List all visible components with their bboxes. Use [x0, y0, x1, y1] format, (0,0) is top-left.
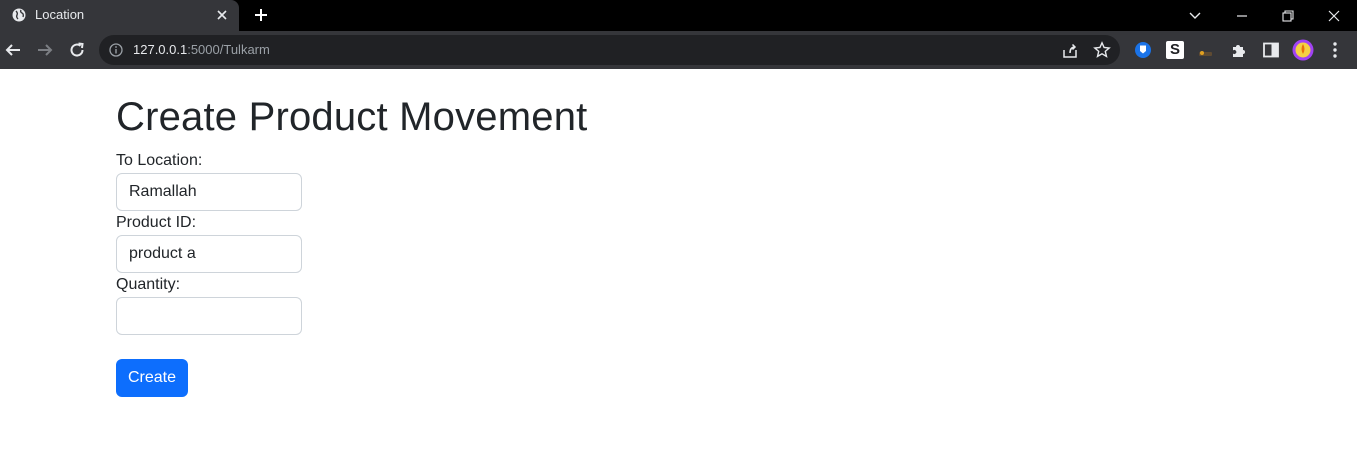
to-location-input[interactable] — [116, 173, 302, 211]
globe-icon — [12, 8, 26, 22]
tab-strip: Location — [0, 0, 1357, 31]
create-button[interactable]: Create — [116, 359, 188, 397]
close-tab-icon[interactable] — [215, 8, 229, 22]
product-id-input[interactable] — [116, 235, 302, 273]
close-window-button[interactable] — [1311, 0, 1357, 31]
puzzle-icon[interactable] — [1229, 40, 1249, 60]
browser-toolbar: 127.0.0.1:5000/Tulkarm S — [0, 31, 1357, 69]
chevron-down-icon — [1189, 12, 1201, 19]
page-content: Create Product Movement To Location: Pro… — [0, 69, 1357, 450]
tab-search-button[interactable] — [1172, 0, 1218, 31]
product-id-label: Product ID: — [116, 214, 197, 231]
avatar[interactable] — [1292, 39, 1314, 61]
to-location-label: To Location: — [116, 152, 203, 169]
url-host: 127.0.0.1 — [133, 42, 188, 57]
s-extension-icon[interactable]: S — [1166, 41, 1184, 59]
share-icon[interactable] — [1061, 42, 1079, 60]
bookmark-star-icon[interactable] — [1093, 41, 1111, 59]
quantity-input[interactable] — [116, 297, 302, 335]
restore-icon — [1282, 9, 1294, 22]
restore-button[interactable] — [1265, 0, 1311, 31]
reload-icon[interactable] — [68, 41, 86, 59]
close-icon — [1328, 10, 1340, 21]
browser-tab[interactable]: Location — [0, 0, 239, 31]
kebab-menu-icon[interactable] — [1325, 40, 1345, 60]
extension-icon[interactable] — [1196, 40, 1216, 60]
bitwarden-extension-icon[interactable] — [1133, 40, 1153, 60]
new-tab-icon[interactable] — [253, 7, 269, 23]
minimize-button[interactable] — [1219, 0, 1265, 31]
quantity-label: Quantity: — [116, 276, 181, 293]
minimize-icon — [1237, 14, 1247, 17]
tab-title: Location — [35, 7, 85, 22]
url-text[interactable]: 127.0.0.1:5000/Tulkarm — [133, 42, 270, 57]
info-icon[interactable] — [109, 43, 123, 57]
back-arrow-icon[interactable] — [4, 41, 22, 59]
s-extension-label: S — [1169, 41, 1180, 58]
side-panel-icon[interactable] — [1261, 40, 1281, 60]
address-bar[interactable]: 127.0.0.1:5000/Tulkarm — [99, 35, 1120, 65]
forward-arrow-icon[interactable] — [36, 41, 54, 59]
page-title: Create Product Movement — [116, 95, 588, 139]
url-path: :5000/Tulkarm — [187, 42, 270, 57]
